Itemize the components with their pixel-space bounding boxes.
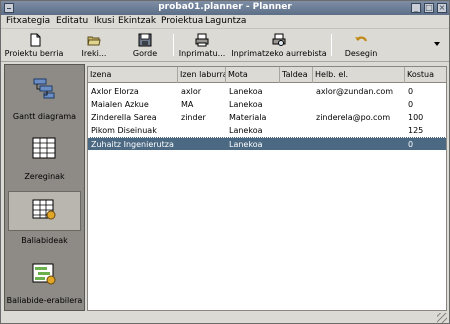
maximize-icon[interactable]: □ [424,3,434,13]
menu-bar: Fitxategia Editatu Ikusi Ekintzak Proiek… [1,15,449,29]
new-project-label: Proiektu berria [4,49,64,58]
cell-izen-laburra: axlor [181,87,202,96]
cell-kostua: 0 [408,87,414,96]
sidebar-label-resources: Baliabideak [21,236,68,245]
column-header-taldea[interactable]: Taldea [280,67,313,83]
column-header-helb[interactable]: Helb. el. [313,67,405,83]
planner-window: proba01.planner - Planner _ □ × Fitxateg… [0,0,450,324]
minimize-icon[interactable]: _ [411,3,421,13]
table-row[interactable]: Axlor Elorza axlor Lanekoa axlor@zundan.… [88,85,446,98]
table-row[interactable]: Pikom Diseinuak Lanekoa 125 [88,124,446,137]
close-icon[interactable]: × [437,3,447,13]
cell-taldea [280,85,313,98]
cell-mota: Lanekoa [229,140,263,149]
cell-izena: Zinderella Sarea [91,113,157,122]
cell-helb [313,124,405,137]
new-project-button[interactable]: Proiektu berria [3,32,65,60]
cell-helb [313,138,405,151]
menu-laguntza[interactable]: Laguntza [205,16,246,26]
open-button[interactable]: Ireki... [79,32,109,60]
cell-izen-laburra [178,138,226,151]
sidebar-item-gantt[interactable]: Gantt diagrama [5,65,84,125]
cell-mota: Lanekoa [229,126,263,135]
status-bar [1,313,449,323]
cell-izena: Maialen Azkue [91,100,149,109]
print-button[interactable]: Inprimatu... [177,32,227,60]
menu-proiektua[interactable]: Proiektua [161,16,203,26]
cell-kostua: 125 [408,126,424,135]
sidebar-item-tasks[interactable]: Zereginak [5,125,84,185]
save-label: Gorde [132,49,158,58]
cell-mota: Lanekoa [229,100,263,109]
table-header: Izena Izen laburra Mota Taldea Helb. el.… [88,67,446,83]
title-bar[interactable]: proba01.planner - Planner _ □ × [1,1,449,15]
view-sidebar: Gantt diagrama Zereginak Baliabideak Bal… [4,64,85,311]
sidebar-label-tasks: Zereginak [24,172,65,181]
menu-ikusi[interactable]: Ikusi [94,16,114,26]
cell-taldea [280,111,313,124]
save-button[interactable]: Gorde [127,32,163,60]
column-header-kostua[interactable]: Kostua [405,67,446,83]
toolbar-overflow-icon[interactable] [434,42,440,46]
cell-izena: Pikom Diseinuak [91,126,157,135]
cell-mota: Materiala [229,113,267,122]
toolbar-separator [331,34,332,56]
sidebar-label-gantt: Gantt diagrama [12,112,77,121]
column-header-izena[interactable]: Izena [88,67,178,83]
toolbar-separator [173,34,174,56]
sidebar-item-resource-usage[interactable]: Baliabide-erabilera [5,251,84,311]
table-row-selected[interactable]: Zuhaitz Ingenierutza Lanekoa 0 [88,137,446,150]
cell-taldea [280,98,313,111]
cell-izen-laburra: zinder [181,113,206,122]
resources-table[interactable]: Izena Izen laburra Mota Taldea Helb. el.… [87,66,447,311]
gantt-chart-icon [33,78,55,99]
menu-ekintzak[interactable]: Ekintzak [118,16,156,26]
undo-icon [355,36,368,42]
undo-label: Desegin [344,49,378,58]
sidebar-label-resource-usage: Baliabide-erabilera [6,296,83,305]
save-disk-icon [138,33,152,47]
cell-izena: Zuhaitz Ingenierutza [91,140,174,149]
menu-editatu[interactable]: Editatu [56,16,88,26]
cell-helb [313,98,405,111]
cell-kostua: 0 [408,100,414,109]
open-folder-icon [87,36,101,46]
table-row[interactable]: Zinderella Sarea zinder Materiala zinder… [88,111,446,124]
open-label: Ireki... [81,49,107,58]
cell-izen-laburra: MA [181,100,194,109]
column-header-izen-laburra[interactable]: Izen laburra [178,67,226,83]
resize-grip-icon[interactable] [437,313,447,323]
cell-kostua: 100 [408,113,424,122]
cell-taldea [280,138,313,151]
cell-mota: Lanekoa [229,87,263,96]
cell-taldea [280,124,313,137]
cell-helb: zinderela@po.com [316,113,391,122]
resources-icon [32,199,56,220]
new-document-icon [30,33,41,47]
menu-fitxategia[interactable]: Fitxategia [6,16,50,26]
undo-button[interactable]: Desegin [343,32,379,60]
cell-izen-laburra [178,124,226,137]
print-preview-button[interactable]: Inprimatzeko aurrebista [231,32,327,60]
print-label: Inprimatu... [178,49,226,58]
printer-icon [195,33,209,47]
cell-izena: Axlor Elorza [91,87,139,96]
column-header-mota[interactable]: Mota [226,67,280,83]
sidebar-item-resources[interactable]: Baliabideak [5,187,84,247]
print-preview-icon [272,33,286,46]
task-list-icon [32,137,56,159]
window-title: proba01.planner - Planner [158,2,292,12]
resource-usage-icon [32,263,56,285]
table-row[interactable]: Maialen Azkue MA Lanekoa 0 [88,98,446,111]
cell-helb: axlor@zundan.com [316,87,394,96]
print-preview-label: Inprimatzeko aurrebista [231,49,327,58]
toolbar: Proiektu berria Ireki... Gorde Inprimatu… [1,30,449,62]
cell-kostua: 0 [408,140,414,149]
